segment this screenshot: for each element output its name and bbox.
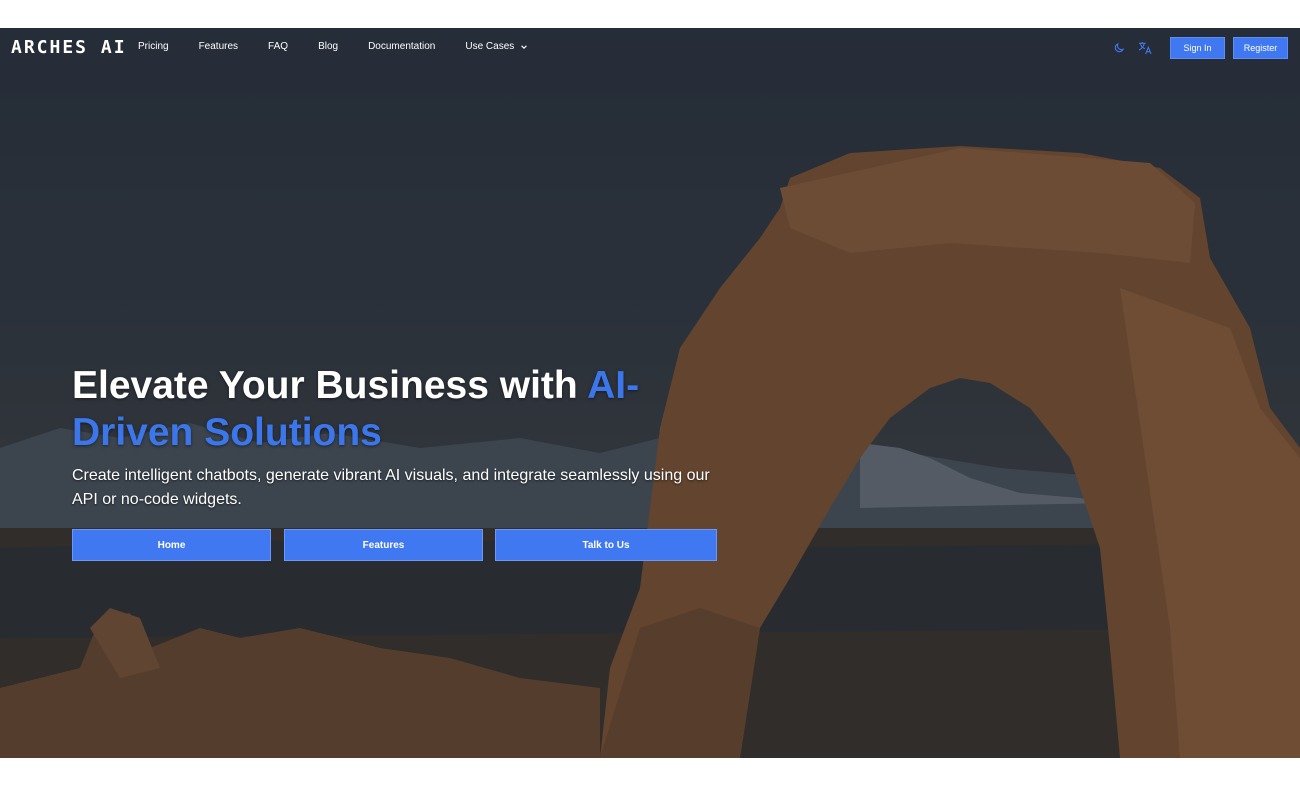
hero-subtitle: Create intelligent chatbots, generate vi… <box>72 467 710 508</box>
sign-in-button[interactable]: Sign In <box>1170 37 1225 59</box>
moon-icon[interactable] <box>1110 39 1128 57</box>
brand-logo[interactable]: ARCHES AI <box>11 37 127 58</box>
translate-icon[interactable] <box>1136 39 1154 57</box>
hero-section: ARCHES AI Pricing Features FAQ Blog Docu… <box>0 28 1300 758</box>
top-navigation: ARCHES AI Pricing Features FAQ Blog Docu… <box>0 28 1300 68</box>
nav-link-documentation[interactable]: Documentation <box>368 41 435 52</box>
home-button[interactable]: Home <box>72 529 271 561</box>
features-button[interactable]: Features <box>284 529 483 561</box>
nav-link-features[interactable]: Features <box>199 41 238 52</box>
nav-link-faq[interactable]: FAQ <box>268 41 288 52</box>
nav-use-cases-dropdown[interactable]: Use Cases <box>465 41 528 52</box>
talk-to-us-button[interactable]: Talk to Us <box>495 529 717 561</box>
hero-headline: Elevate Your Business with AI-Driven Sol… <box>72 362 712 456</box>
use-cases-label: Use Cases <box>465 41 515 52</box>
headline-plain: Elevate Your Business with <box>72 364 588 407</box>
nav-link-pricing[interactable]: Pricing <box>138 41 169 52</box>
chevron-down-icon <box>521 44 528 49</box>
nav-actions: Sign In Register <box>1110 37 1288 59</box>
nav-link-blog[interactable]: Blog <box>318 41 338 52</box>
nav-links: Pricing Features FAQ Blog Documentation … <box>138 41 558 52</box>
register-button[interactable]: Register <box>1233 37 1288 59</box>
